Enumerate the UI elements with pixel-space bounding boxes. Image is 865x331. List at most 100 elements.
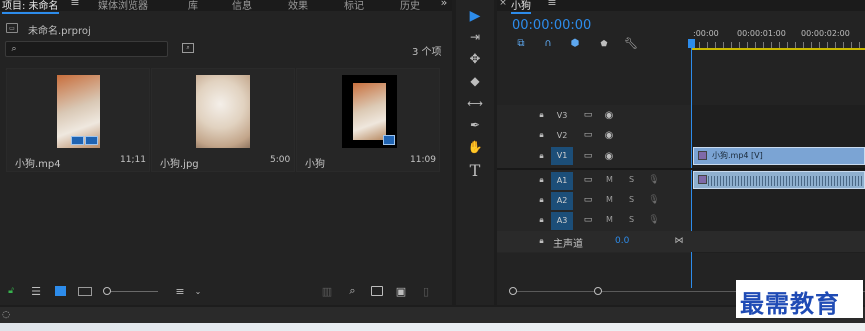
tab-effects[interactable]: 效果 xyxy=(288,0,308,12)
item-count: 3 个项 xyxy=(412,47,442,58)
tab-media-browser[interactable]: 媒体浏览器 xyxy=(98,0,148,12)
eye-icon[interactable]: ◉ xyxy=(603,110,615,121)
razor-tool-icon[interactable]: ◆ xyxy=(465,72,485,90)
clip-fx-badge xyxy=(698,175,707,184)
video-clip[interactable]: 小狗.mp4 [V] xyxy=(693,147,865,165)
mute-toggle[interactable]: M xyxy=(606,195,613,204)
new-item-icon[interactable]: ▣ xyxy=(396,285,406,298)
asset-tile[interactable]: 小狗.jpg 5:00 xyxy=(151,68,295,172)
lock-icon[interactable]: 🔓︎ xyxy=(6,286,16,296)
audio-track-row[interactable]: 🔒︎ A1 ▭ M S 🎙︎ xyxy=(497,171,865,190)
asset-tile[interactable]: 小狗.mp4 11;11 xyxy=(6,68,150,172)
audio-track-row[interactable]: 🔒︎ A3 ▭ M S 🎙︎ xyxy=(497,211,865,230)
mic-icon[interactable]: 🎙︎ xyxy=(648,214,659,226)
timecode-display[interactable]: 00:00:00:00 xyxy=(512,18,591,33)
track-label[interactable]: A3 xyxy=(551,212,573,230)
ripple-edit-tool-icon[interactable]: ✥ xyxy=(465,50,485,68)
lock-icon[interactable]: 🔒︎ xyxy=(537,215,546,225)
sync-lock-icon[interactable]: ▭ xyxy=(582,175,594,185)
chevron-down-icon[interactable]: ⌄ xyxy=(194,286,202,296)
master-label: 主声道 xyxy=(553,239,583,250)
asset-tile[interactable]: 小狗 11:09 xyxy=(296,68,440,172)
icon-view-icon[interactable] xyxy=(55,286,66,296)
master-track-row[interactable]: 🔒︎ 主声道 0.0 ⋈ xyxy=(497,231,865,252)
find-icon[interactable]: ⌕ xyxy=(347,284,358,297)
settings-wrench-icon[interactable]: 🔧︎ xyxy=(624,37,638,50)
lock-icon[interactable]: 🔒︎ xyxy=(537,195,546,205)
video-track-row[interactable]: 🔒︎ V3 ▭ ◉ xyxy=(497,106,865,125)
solo-toggle[interactable]: S xyxy=(629,215,634,224)
overflow-icon[interactable]: » xyxy=(438,0,450,9)
mute-toggle[interactable]: M xyxy=(606,215,613,224)
project-file-name: 未命名.prproj xyxy=(28,26,91,37)
track-select-tool-icon[interactable]: ⇥ xyxy=(465,28,485,46)
video-track-row[interactable]: 🔒︎ V2 ▭ ◉ xyxy=(497,126,865,145)
audio-clip[interactable] xyxy=(693,171,865,189)
asset-thumbnail xyxy=(57,75,100,148)
sync-lock-icon[interactable]: ▭ xyxy=(582,151,594,161)
master-volume[interactable]: 0.0 xyxy=(615,236,629,246)
lock-icon[interactable]: 🔒︎ xyxy=(537,110,546,120)
menu-icon[interactable]: ≡ xyxy=(547,0,557,9)
go-to-end-icon[interactable]: ⋈ xyxy=(673,235,685,247)
project-panel: 项目: 未命名 ≡ 媒体浏览器 库 信息 效果 标记 历史 » ▭ 未命名.pr… xyxy=(0,0,452,305)
slip-tool-icon[interactable]: ⟷ xyxy=(465,94,485,112)
project-tab-bar: 项目: 未命名 ≡ 媒体浏览器 库 信息 效果 标记 历史 » xyxy=(0,0,452,14)
nest-icon[interactable]: ⧉ xyxy=(515,38,527,49)
tab-sequence[interactable]: 小狗 xyxy=(511,0,531,14)
lock-icon[interactable]: 🔒︎ xyxy=(537,151,546,161)
search-input[interactable]: ⌕ xyxy=(5,41,168,57)
sync-lock-icon[interactable]: ▭ xyxy=(582,130,594,140)
time-ruler[interactable]: :00:00 00:00:01:00 00:00:02:00 xyxy=(688,24,865,54)
list-view-icon[interactable]: ☰ xyxy=(30,285,42,298)
eye-icon[interactable]: ◉ xyxy=(603,151,615,162)
pen-tool-icon[interactable]: ✒ xyxy=(465,116,485,134)
snap-icon[interactable]: ∩ xyxy=(542,38,554,49)
zoom-slider[interactable] xyxy=(103,287,158,295)
mic-icon[interactable]: 🎙︎ xyxy=(648,174,659,186)
new-bin-icon[interactable] xyxy=(371,286,383,296)
solo-toggle[interactable]: S xyxy=(629,195,634,204)
sync-lock-icon[interactable]: ▭ xyxy=(582,110,594,120)
scrollbar-handle-left[interactable] xyxy=(509,287,517,295)
lock-icon[interactable]: 🔒︎ xyxy=(537,175,546,185)
sync-lock-icon[interactable]: ▭ xyxy=(582,215,594,225)
work-area-bar[interactable] xyxy=(691,48,865,50)
menu-icon[interactable]: ≡ xyxy=(70,0,80,9)
type-tool-icon[interactable]: T xyxy=(465,160,485,180)
tab-libraries[interactable]: 库 xyxy=(188,0,198,12)
new-search-bin-icon[interactable]: ⌕ xyxy=(182,43,194,53)
tab-markers[interactable]: 标记 xyxy=(344,0,364,12)
automate-to-sequence-icon[interactable]: ▥ xyxy=(321,285,333,298)
tab-project[interactable]: 项目: 未命名 xyxy=(2,0,59,14)
linked-selection-icon[interactable]: ⬢ xyxy=(569,38,581,49)
asset-name: 小狗 xyxy=(305,159,325,170)
solo-toggle[interactable]: S xyxy=(629,175,634,184)
track-label[interactable]: V3 xyxy=(551,107,573,125)
lock-icon[interactable]: 🔒︎ xyxy=(537,236,546,246)
track-label[interactable]: A1 xyxy=(551,172,573,190)
mic-icon[interactable]: 🎙︎ xyxy=(648,194,659,206)
selection-tool-icon[interactable]: ▶ xyxy=(465,6,485,26)
track-label[interactable]: V1 xyxy=(551,147,573,165)
playhead-handle[interactable] xyxy=(688,39,695,48)
mute-toggle[interactable]: M xyxy=(606,175,613,184)
freeform-view-icon[interactable] xyxy=(78,287,92,296)
tab-info[interactable]: 信息 xyxy=(232,0,252,12)
add-marker-icon[interactable]: ⬟ xyxy=(599,38,609,48)
folder-icon: ▭ xyxy=(6,23,18,33)
trash-icon[interactable]: ▯ xyxy=(421,285,431,298)
tab-history[interactable]: 历史 xyxy=(400,0,420,12)
zoom-slider-handle[interactable] xyxy=(103,287,111,295)
eye-icon[interactable]: ◉ xyxy=(603,130,615,141)
close-icon[interactable]: × xyxy=(499,0,507,8)
track-label[interactable]: A2 xyxy=(551,192,573,210)
sort-icon[interactable]: ≡ xyxy=(174,285,186,298)
hand-tool-icon[interactable]: ✋ xyxy=(465,138,485,156)
audio-track-row[interactable]: 🔒︎ A2 ▭ M S 🎙︎ xyxy=(497,191,865,210)
lock-icon[interactable]: 🔒︎ xyxy=(537,130,546,140)
sync-lock-icon[interactable]: ▭ xyxy=(582,195,594,205)
track-label[interactable]: V2 xyxy=(551,127,573,145)
scrollbar-handle-right[interactable] xyxy=(594,287,602,295)
video-track-row[interactable]: 🔒︎ V1 ▭ ◉ 小狗.mp4 [V] xyxy=(497,146,865,167)
